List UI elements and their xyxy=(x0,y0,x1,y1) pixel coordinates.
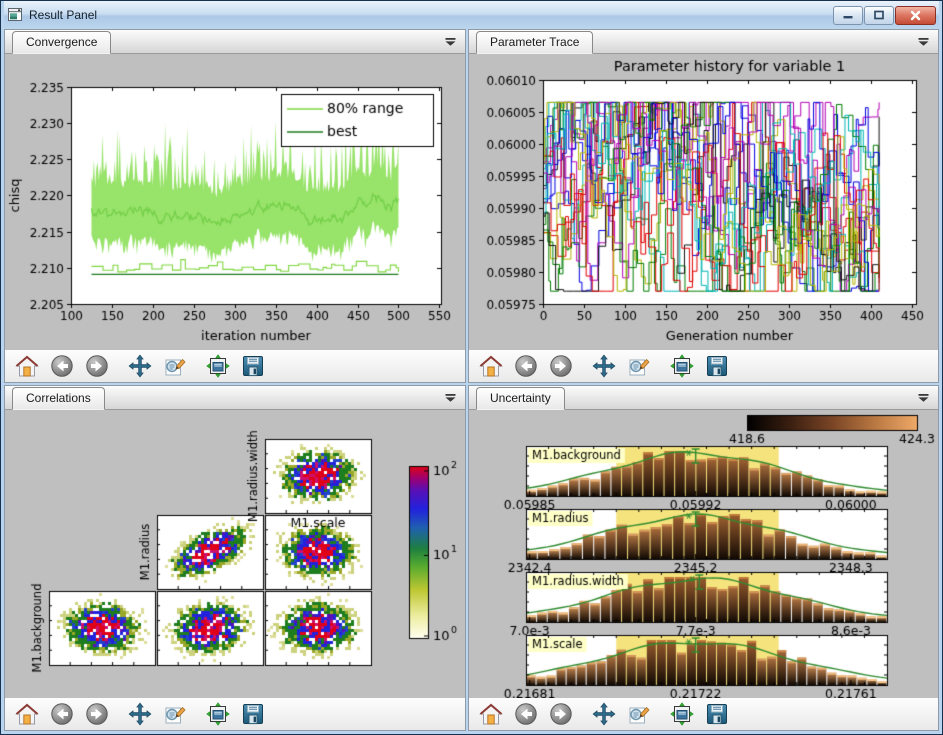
pan-icon xyxy=(592,702,616,726)
save-icon xyxy=(241,702,265,726)
configure-subplots-button[interactable] xyxy=(204,701,231,728)
tab-parameter-trace[interactable]: Parameter Trace xyxy=(476,31,593,54)
minimize-icon xyxy=(842,10,854,20)
save-button[interactable] xyxy=(703,353,730,380)
forward-button[interactable] xyxy=(83,701,110,728)
save-icon xyxy=(241,354,265,378)
forward-button[interactable] xyxy=(83,353,110,380)
uncertainty-tab-dropdown chevron-down-icon[interactable] xyxy=(918,393,929,402)
configure-subplots-button[interactable] xyxy=(668,701,695,728)
close-button[interactable] xyxy=(895,6,936,25)
pan-icon xyxy=(128,354,152,378)
zoom-edit-button[interactable] xyxy=(161,353,188,380)
pan-icon xyxy=(128,702,152,726)
back-button[interactable] xyxy=(48,701,75,728)
convergence-tabbar: Convergence xyxy=(5,30,465,54)
trace-toolbar xyxy=(469,349,938,382)
forward-icon xyxy=(86,355,108,377)
zoom-edit-icon xyxy=(163,703,187,725)
uncertainty-plot-canvas[interactable] xyxy=(469,410,938,698)
correlations-toolbar xyxy=(5,697,465,730)
trace-tab-dropdown chevron-down-icon[interactable] xyxy=(918,37,929,46)
zoom-edit-button[interactable] xyxy=(625,353,652,380)
result-panel-window: Result Panel Convergence xyxy=(0,0,943,735)
back-icon xyxy=(51,355,73,377)
tab-correlations[interactable]: Correlations xyxy=(12,387,105,410)
maximize-icon xyxy=(873,10,885,20)
pan-button[interactable] xyxy=(126,353,153,380)
forward-button[interactable] xyxy=(547,701,574,728)
uncertainty-tabbar: Uncertainty xyxy=(469,386,938,410)
correlations-tab-dropdown chevron-down-icon[interactable] xyxy=(445,393,456,402)
convergence-toolbar xyxy=(5,349,465,382)
back-button[interactable] xyxy=(48,353,75,380)
trace-plot-canvas[interactable] xyxy=(469,54,938,350)
pan-button[interactable] xyxy=(590,353,617,380)
forward-icon xyxy=(550,355,572,377)
home-button[interactable] xyxy=(13,353,40,380)
back-button[interactable] xyxy=(512,353,539,380)
back-icon xyxy=(515,703,537,725)
forward-icon xyxy=(86,703,108,725)
zoom-edit-icon xyxy=(627,355,651,377)
home-icon xyxy=(15,355,39,377)
home-icon xyxy=(479,703,503,725)
panel-convergence: Convergence xyxy=(4,29,466,383)
convergence-figure xyxy=(5,54,465,349)
convergence-plot-canvas[interactable] xyxy=(5,54,465,350)
home-button[interactable] xyxy=(477,353,504,380)
save-button[interactable] xyxy=(703,701,730,728)
pan-button[interactable] xyxy=(590,701,617,728)
pan-button[interactable] xyxy=(126,701,153,728)
configure-subplots-icon xyxy=(670,702,694,726)
titlebar[interactable]: Result Panel xyxy=(4,1,939,29)
correlations-plot-canvas[interactable] xyxy=(5,410,465,698)
save-button[interactable] xyxy=(239,701,266,728)
trace-tabbar: Parameter Trace xyxy=(469,30,938,54)
configure-subplots-icon xyxy=(206,702,230,726)
home-button[interactable] xyxy=(477,701,504,728)
zoom-edit-icon xyxy=(163,355,187,377)
uncertainty-figure xyxy=(469,410,938,697)
configure-subplots-button[interactable] xyxy=(668,353,695,380)
save-icon xyxy=(705,702,729,726)
panel-parameter-trace: Parameter Trace xyxy=(468,29,939,383)
home-button[interactable] xyxy=(13,701,40,728)
back-icon xyxy=(515,355,537,377)
correlations-figure xyxy=(5,410,465,697)
window-title: Result Panel xyxy=(29,8,97,22)
configure-subplots-icon xyxy=(670,354,694,378)
back-button[interactable] xyxy=(512,701,539,728)
home-icon xyxy=(15,703,39,725)
tab-uncertainty[interactable]: Uncertainty xyxy=(476,387,565,410)
panel-uncertainty: Uncertainty xyxy=(468,385,939,731)
maximize-button[interactable] xyxy=(864,6,894,25)
home-icon xyxy=(479,355,503,377)
panel-correlations: Correlations xyxy=(4,385,466,731)
pan-icon xyxy=(592,354,616,378)
forward-button[interactable] xyxy=(547,353,574,380)
tab-convergence[interactable]: Convergence xyxy=(12,31,111,54)
save-icon xyxy=(705,354,729,378)
zoom-edit-button[interactable] xyxy=(625,701,652,728)
forward-icon xyxy=(550,703,572,725)
configure-subplots-icon xyxy=(206,354,230,378)
zoom-edit-button[interactable] xyxy=(161,701,188,728)
minimize-button[interactable] xyxy=(833,6,863,25)
convergence-tab-dropdown chevron-down-icon[interactable] xyxy=(445,37,456,46)
save-button[interactable] xyxy=(239,353,266,380)
close-icon xyxy=(909,10,922,21)
back-icon xyxy=(51,703,73,725)
correlations-tabbar: Correlations xyxy=(5,386,465,410)
configure-subplots-button[interactable] xyxy=(204,353,231,380)
client-area: Convergence xyxy=(4,29,939,731)
uncertainty-toolbar xyxy=(469,697,938,730)
app-icon xyxy=(7,7,23,23)
zoom-edit-icon xyxy=(627,703,651,725)
trace-figure xyxy=(469,54,938,349)
